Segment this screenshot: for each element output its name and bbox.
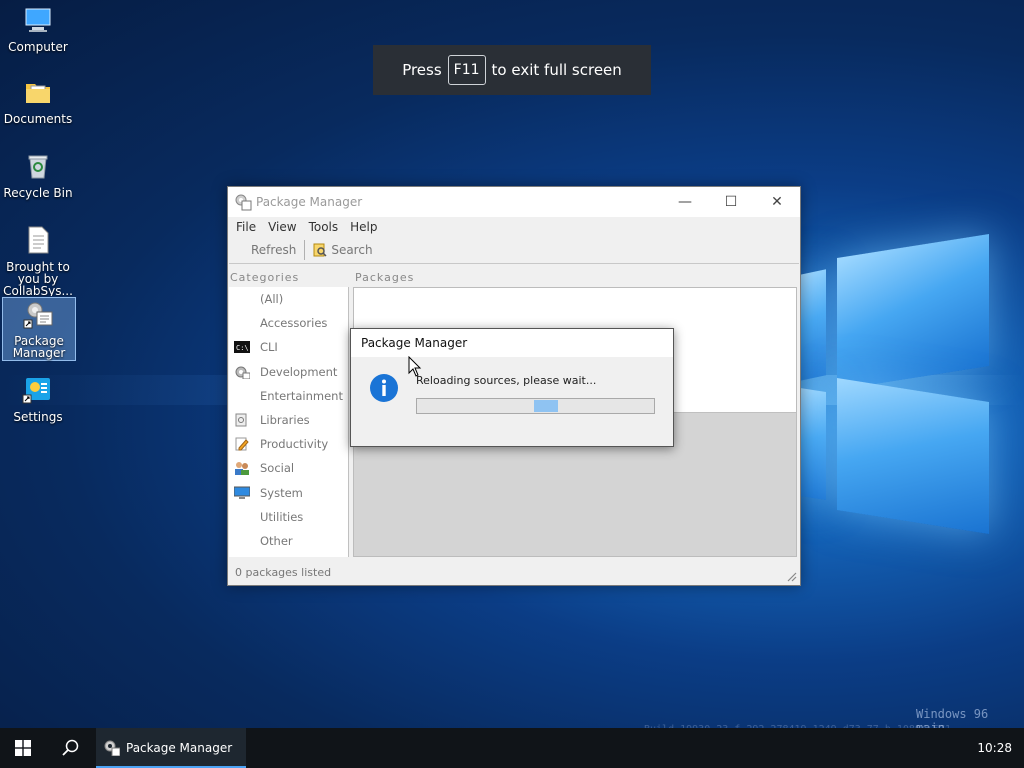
category-libraries[interactable]: Libraries xyxy=(229,408,348,432)
category-label: Utilities xyxy=(260,509,304,524)
taskbar-app-package-manager[interactable]: Package Manager xyxy=(96,728,246,768)
category-label: Accessories xyxy=(260,316,328,331)
category-label: Social xyxy=(260,461,295,476)
search-icon xyxy=(62,739,79,756)
categories-header: Categories xyxy=(230,271,300,284)
menu-tools[interactable]: Tools xyxy=(305,220,347,234)
taskbar-search-button[interactable] xyxy=(46,728,96,768)
loading-dialog[interactable]: Package Manager Reloading sources, pleas… xyxy=(350,328,674,447)
menu-bar: File View Tools Help xyxy=(228,217,800,237)
category-accessories[interactable]: Accessories xyxy=(229,311,348,335)
folder-icon xyxy=(26,84,50,103)
close-button[interactable]: ✕ xyxy=(754,187,800,217)
category-system[interactable]: System xyxy=(229,481,348,505)
progress-marquee xyxy=(534,400,558,412)
desktop-icon-settings[interactable]: Settings xyxy=(2,374,74,423)
computer-icon xyxy=(25,8,51,32)
desktop-icon-label: Settings xyxy=(13,410,63,424)
desktop-icon-label: Brought to you by CollabSys... xyxy=(3,260,73,296)
mouse-cursor-icon xyxy=(408,356,422,377)
blank-icon xyxy=(234,389,250,403)
dialog-title: Package Manager xyxy=(351,329,673,357)
category-label: (All) xyxy=(260,292,284,307)
desktop-icon-label: Recycle Bin xyxy=(3,186,73,200)
category-productivity[interactable]: Productivity xyxy=(229,432,348,456)
refresh-label: Refresh xyxy=(251,243,297,257)
pencil-icon xyxy=(235,437,249,451)
maximize-button[interactable]: ☐ xyxy=(708,187,754,217)
svg-text:C:\: C:\ xyxy=(236,344,249,352)
menu-file[interactable]: File xyxy=(232,220,264,234)
desktop-icon-computer[interactable]: Computer xyxy=(2,4,74,53)
desktop-icon-label: Documents xyxy=(3,112,73,126)
text-document-icon xyxy=(28,226,49,254)
start-button[interactable] xyxy=(0,728,46,768)
windows-logo xyxy=(800,233,1005,538)
blank-icon xyxy=(234,534,250,548)
package-manager-icon xyxy=(235,194,252,211)
taskbar-clock[interactable]: 10:28 xyxy=(977,728,1012,768)
category-label: System xyxy=(260,485,303,500)
menu-view[interactable]: View xyxy=(264,220,304,234)
category-other[interactable]: Other xyxy=(229,529,348,553)
category-label: Other xyxy=(260,533,293,548)
desktop-icon-recycle-bin[interactable]: Recycle Bin xyxy=(2,150,74,199)
category-development[interactable]: Development xyxy=(229,360,348,384)
banner-suffix-text: to exit full screen xyxy=(491,61,622,79)
desktop-icon-label: Package Manager xyxy=(12,334,66,360)
banner-press-text: Press xyxy=(402,61,442,79)
search-label: Search xyxy=(331,243,373,257)
category-label: Entertainment xyxy=(260,388,343,403)
category-utilities[interactable]: Utilities xyxy=(229,505,348,529)
progress-bar xyxy=(416,398,655,414)
menu-help[interactable]: Help xyxy=(346,220,385,234)
desktop-icon-readme[interactable]: Brought to you by CollabSys... xyxy=(2,224,74,296)
package-manager-icon xyxy=(23,302,53,329)
category-social[interactable]: Social xyxy=(229,456,348,480)
search-icon xyxy=(313,243,327,257)
settings-icon xyxy=(22,378,50,404)
status-text: 0 packages listed xyxy=(235,565,332,579)
info-icon xyxy=(370,374,398,402)
fullscreen-banner: Press F11 to exit full screen xyxy=(373,45,651,95)
search-button[interactable]: Search xyxy=(307,243,378,257)
blank-icon xyxy=(234,292,250,306)
status-bar: 0 packages listed xyxy=(228,559,800,585)
toolbar: Refresh Search xyxy=(229,237,799,264)
window-titlebar[interactable]: Package Manager — ☐ ✕ xyxy=(228,187,800,217)
monitor-icon xyxy=(234,486,250,499)
category-label: Development xyxy=(260,364,338,379)
category-label: Productivity xyxy=(260,437,329,452)
taskbar-app-label: Package Manager xyxy=(126,741,233,755)
library-icon xyxy=(235,413,247,427)
packages-header: Packages xyxy=(355,271,415,284)
f11-key-badge: F11 xyxy=(447,55,486,85)
category-label: CLI xyxy=(260,340,278,355)
resize-grip-icon[interactable] xyxy=(785,570,797,582)
category-entertainment[interactable]: Entertainment xyxy=(229,384,348,408)
minimize-button[interactable]: — xyxy=(662,187,708,217)
desktop-icon-package-manager[interactable]: Package Manager xyxy=(2,297,76,361)
window-title: Package Manager xyxy=(256,195,363,209)
category-all[interactable]: (All) xyxy=(229,287,348,311)
dialog-message: Reloading sources, please wait... xyxy=(416,374,597,387)
windows-start-icon xyxy=(15,740,31,756)
category-label: Libraries xyxy=(260,413,310,428)
package-manager-icon xyxy=(104,740,120,756)
desktop-icon-documents[interactable]: Documents xyxy=(2,76,74,125)
people-icon xyxy=(235,462,249,476)
recycle-bin-icon xyxy=(28,155,48,179)
category-cli[interactable]: C:\ CLI xyxy=(229,335,348,359)
toolbar-separator xyxy=(304,240,306,260)
taskbar: Package Manager 10:28 xyxy=(0,728,1024,768)
refresh-button[interactable]: Refresh xyxy=(235,243,302,257)
blank-icon xyxy=(234,316,250,330)
terminal-icon: C:\ xyxy=(234,341,250,354)
gear-icon xyxy=(235,366,250,379)
categories-list: (All) Accessories C:\ CLI Development En… xyxy=(229,287,349,557)
desktop-icon-label: Computer xyxy=(8,40,68,54)
blank-icon xyxy=(234,510,250,524)
